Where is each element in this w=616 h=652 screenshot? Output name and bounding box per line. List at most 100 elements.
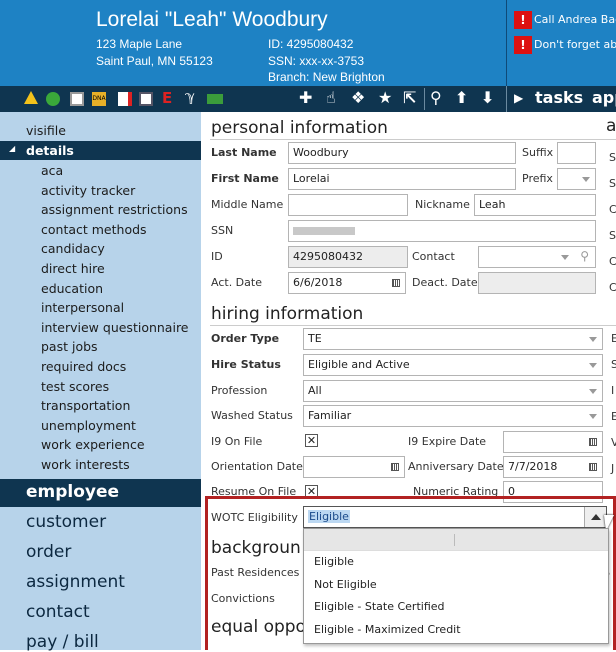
tax-icon[interactable]: ℽ <box>185 89 195 105</box>
header-divider <box>506 0 507 86</box>
e-verify-icon[interactable]: E <box>162 89 172 107</box>
ssn-input[interactable] <box>288 220 596 242</box>
id-card-icon[interactable] <box>139 92 153 106</box>
sidebar-subitem[interactable]: unemployment <box>41 418 136 433</box>
dna-icon[interactable]: DNA <box>92 92 106 106</box>
sidebar-subitem[interactable]: activity tracker <box>41 183 135 198</box>
wotc-option[interactable]: Eligible - Maximized Credit <box>304 619 608 642</box>
sidebar-subitem[interactable]: candidacy <box>41 241 105 256</box>
arrow-up-icon[interactable]: ⬆ <box>455 89 468 107</box>
anniversary-date-input[interactable]: 7/7/2018 <box>503 456 603 478</box>
dropdown-button[interactable] <box>584 507 606 527</box>
sidebar-subitem[interactable]: interpersonal <box>41 300 124 315</box>
prefix-select[interactable] <box>557 168 596 190</box>
arrow-down-icon[interactable]: ⬇ <box>481 89 494 107</box>
sidebar-subitem[interactable]: test scores <box>41 379 109 394</box>
money-icon[interactable] <box>207 94 223 104</box>
calendar-icon[interactable] <box>589 438 597 446</box>
alert-message-2[interactable]: Don't forget abo <box>534 38 616 51</box>
orientation-date-input[interactable] <box>303 456 405 478</box>
nickname-input[interactable]: Leah <box>474 194 596 216</box>
chevron-down-icon <box>582 177 590 182</box>
act-date-input[interactable]: 6/6/2018 <box>288 272 406 294</box>
first-name-input[interactable]: Lorelai <box>288 168 516 190</box>
order-type-value: TE <box>308 332 322 345</box>
sidebar-subitem[interactable]: aca <box>41 163 63 178</box>
right-column-label: S <box>609 177 616 190</box>
contact-label: Contact <box>412 250 455 263</box>
right-column-label: E <box>611 332 616 345</box>
suffix-label: Suffix <box>522 146 554 159</box>
pdf-icon[interactable] <box>118 92 132 106</box>
suffix-input[interactable] <box>557 142 596 164</box>
status-green-icon[interactable] <box>46 92 60 106</box>
document-icon[interactable] <box>70 92 84 106</box>
employee-ssn: SSN: xxx-xx-3753 <box>268 54 365 68</box>
sidebar-section-contact[interactable]: contact <box>26 602 90 622</box>
sidebar-subitem[interactable]: assignment restrictions <box>41 202 188 217</box>
sidebar-subitem[interactable]: required docs <box>41 359 126 374</box>
wotc-option[interactable]: Eligible - State Certified <box>304 596 608 619</box>
sidebar-subitem[interactable]: work experience <box>41 437 145 452</box>
hire-status-select[interactable]: Eligible and Active <box>303 354 603 376</box>
chevron-down-icon <box>589 363 597 368</box>
sidebar-subitem[interactable]: direct hire <box>41 261 105 276</box>
add-icon[interactable]: ✚ <box>299 89 312 107</box>
profession-select[interactable]: All <box>303 380 603 402</box>
open-external-icon[interactable]: ⇱ <box>403 89 416 107</box>
profession-value: All <box>308 384 322 397</box>
hand-pointer-icon[interactable]: ☝ <box>326 89 336 107</box>
sidebar-section-pay-bill[interactable]: pay / bill <box>26 632 99 652</box>
right-column-label: S <box>611 358 616 371</box>
calendar-icon[interactable] <box>392 279 400 287</box>
warning-icon[interactable] <box>24 91 38 104</box>
sidebar-item-visifile[interactable]: visifile <box>26 123 66 138</box>
toolbar-divider <box>424 88 425 110</box>
sidebar-subitem[interactable]: interview questionnaire <box>41 320 189 335</box>
calendar-icon[interactable] <box>391 463 399 471</box>
i9-expire-date-input[interactable] <box>503 431 603 453</box>
i9-expire-date-label: I9 Expire Date <box>408 435 487 448</box>
sidebar-subitem[interactable]: transportation <box>41 398 130 413</box>
right-column-label: C <box>609 255 616 268</box>
first-name-label: First Name <box>211 172 279 185</box>
play-icon[interactable]: ▶ <box>514 89 523 107</box>
contact-select[interactable]: ⚲ <box>478 246 596 268</box>
washed-status-select[interactable]: Familiar <box>303 405 603 427</box>
options-list-header <box>304 529 608 551</box>
sidebar-section-order[interactable]: order <box>26 542 71 562</box>
sidebar-section-assignment[interactable]: assignment <box>26 572 125 592</box>
id-field: 4295080432 <box>288 246 408 268</box>
sidebar-subitem[interactable]: past jobs <box>41 339 98 354</box>
search-icon[interactable]: ⚲ <box>580 249 589 263</box>
middle-name-input[interactable] <box>288 194 408 216</box>
search-icon[interactable]: ⚲ <box>430 89 442 107</box>
sidebar-subitem[interactable]: contact methods <box>41 222 147 237</box>
star-icon[interactable]: ★ <box>378 89 392 107</box>
wotc-option[interactable]: Eligible <box>304 551 608 574</box>
puzzle-icon[interactable]: ❖ <box>351 89 365 107</box>
sidebar-subitem[interactable]: work interests <box>41 457 130 472</box>
wotc-options-list: Eligible Not Eligible Eligible - State Cer… <box>303 528 609 644</box>
order-type-label: Order Type <box>211 332 280 345</box>
prefix-label: Prefix <box>522 172 553 185</box>
toolbar-divider <box>506 86 507 112</box>
i9-on-file-label: I9 On File <box>211 435 263 448</box>
sidebar-section-employee[interactable]: employee <box>26 482 119 502</box>
alert-icon[interactable]: ! <box>514 11 532 29</box>
tasks-button[interactable]: tasks <box>535 89 583 107</box>
i9-on-file-checkbox[interactable]: ✕ <box>305 434 318 447</box>
sidebar-section-customer[interactable]: customer <box>26 512 106 532</box>
calendar-icon[interactable] <box>589 463 597 471</box>
wotc-eligibility-select[interactable]: Eligible <box>303 506 607 528</box>
wotc-option[interactable]: Not Eligible <box>304 574 608 597</box>
last-name-input[interactable]: Woodbury <box>288 142 516 164</box>
order-type-select[interactable]: TE <box>303 328 603 350</box>
expand-triangle-icon[interactable]: ◢ <box>9 144 15 153</box>
alert-message-1[interactable]: Call Andrea Bac <box>534 13 616 26</box>
sidebar-subitem[interactable]: education <box>41 281 103 296</box>
right-column-heading: a <box>606 116 616 136</box>
header-separator <box>454 534 455 546</box>
alert-icon[interactable]: ! <box>514 36 532 54</box>
apps-button[interactable]: apps <box>592 89 616 107</box>
